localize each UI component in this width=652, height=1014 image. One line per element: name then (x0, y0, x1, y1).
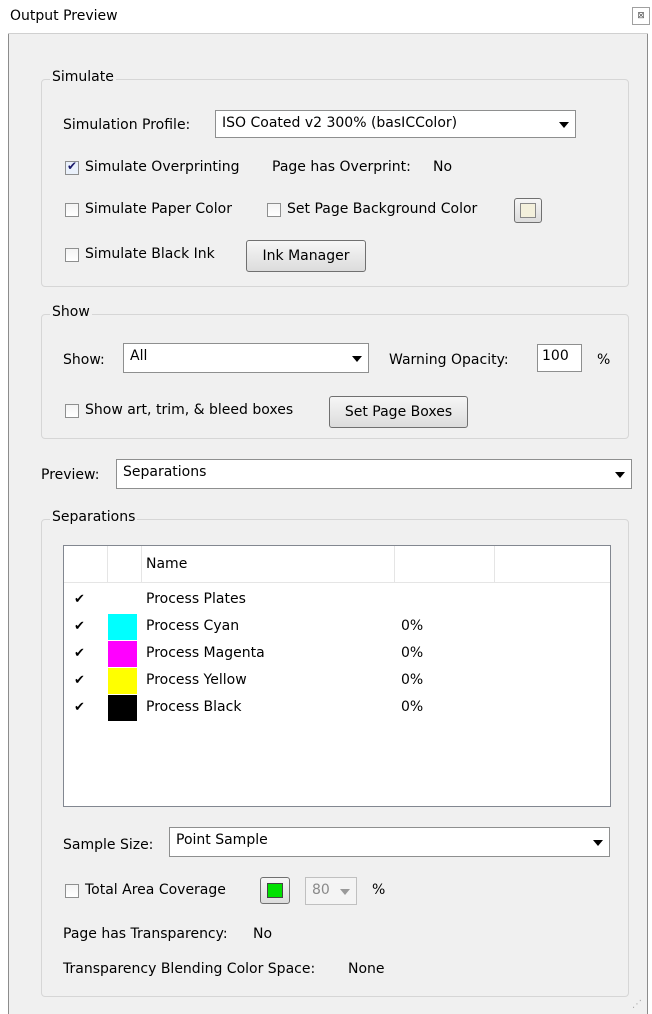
simulate-black-ink-label: Simulate Black Ink (85, 246, 215, 262)
total-area-coverage-label: Total Area Coverage (85, 882, 226, 898)
page-transparency-value: No (253, 926, 273, 942)
column-name-header[interactable]: Name (146, 556, 187, 572)
separation-name: Process Yellow (146, 672, 247, 688)
total-area-coverage-checkbox[interactable] (65, 884, 79, 898)
preview-label: Preview: (41, 467, 100, 483)
page-bg-color-button[interactable] (514, 198, 542, 223)
simulation-profile-label: Simulation Profile: (63, 117, 191, 133)
preview-value: Separations (123, 464, 207, 480)
column-divider (494, 546, 495, 582)
table-row[interactable]: ✔ Process Black 0% (64, 695, 610, 724)
color-swatch (108, 641, 137, 667)
simulation-profile-value: ISO Coated v2 300% (basICColor) (222, 115, 458, 131)
simulate-group-label: Simulate (50, 69, 116, 85)
row-checkbox[interactable]: ✔ (74, 593, 86, 606)
window-title: Output Preview (10, 8, 118, 24)
table-row[interactable]: ✔ Process Cyan 0% (64, 614, 610, 643)
set-page-boxes-button[interactable]: Set Page Boxes (329, 396, 468, 428)
blending-space-label: Transparency Blending Color Space: (63, 961, 316, 977)
preview-select[interactable]: Separations (116, 459, 632, 489)
show-boxes-checkbox[interactable] (65, 404, 79, 418)
warning-opacity-value: 100 (542, 348, 569, 364)
separation-name: Process Black (146, 699, 242, 715)
column-divider (394, 546, 395, 582)
page-bg-color-swatch (520, 203, 536, 218)
row-checkbox[interactable]: ✔ (74, 620, 86, 633)
simulation-profile-select[interactable]: ISO Coated v2 300% (basICColor) (215, 110, 576, 138)
show-label: Show: (63, 352, 105, 368)
chevron-down-icon (352, 356, 362, 362)
sample-size-label: Sample Size: (63, 837, 154, 853)
tac-percent: % (372, 882, 386, 898)
tac-value: 80 (312, 882, 330, 898)
set-page-boxes-label: Set Page Boxes (344, 404, 453, 420)
table-row[interactable]: ✔ Process Plates (64, 589, 610, 616)
set-page-bg-checkbox[interactable] (267, 203, 281, 217)
simulate-paper-color-label: Simulate Paper Color (85, 201, 232, 217)
row-checkbox[interactable]: ✔ (74, 674, 86, 687)
table-row[interactable]: ✔ Process Yellow 0% (64, 668, 610, 697)
column-divider (107, 546, 108, 582)
title-bar: Output Preview ⊠ (8, 0, 650, 34)
warning-opacity-label: Warning Opacity: (389, 352, 509, 368)
separation-percent: 0% (401, 645, 424, 661)
separation-percent: 0% (401, 672, 424, 688)
show-select[interactable]: All (123, 343, 369, 373)
page-overprint-label: Page has Overprint: (272, 159, 411, 175)
warning-opacity-percent: % (597, 352, 611, 368)
separation-percent: 0% (401, 618, 424, 634)
resize-grip-icon[interactable]: ⋰ (632, 999, 642, 1010)
row-checkbox[interactable]: ✔ (74, 647, 86, 660)
sample-size-value: Point Sample (176, 832, 268, 848)
ink-manager-button[interactable]: Ink Manager (246, 240, 366, 272)
separation-name: Process Plates (146, 591, 246, 607)
tac-value-select: 80 (305, 877, 357, 905)
warning-opacity-input[interactable]: 100 (537, 344, 582, 372)
ink-manager-label: Ink Manager (262, 248, 350, 264)
color-swatch (108, 614, 137, 640)
tac-color-swatch (267, 883, 283, 898)
set-page-bg-label: Set Page Background Color (287, 201, 478, 217)
separation-percent: 0% (401, 699, 424, 715)
chevron-down-icon (559, 122, 569, 128)
color-swatch (108, 695, 137, 721)
simulate-overprinting-label: Simulate Overprinting (85, 159, 240, 175)
blending-space-value: None (348, 961, 385, 977)
page-transparency-label: Page has Transparency: (63, 926, 228, 942)
table-row[interactable]: ✔ Process Magenta 0% (64, 641, 610, 670)
chevron-down-icon (615, 472, 625, 478)
chevron-down-icon (340, 889, 350, 895)
color-swatch (108, 668, 137, 694)
table-header: Name (64, 546, 610, 583)
column-divider (141, 546, 142, 582)
show-value: All (130, 348, 148, 364)
separation-name: Process Magenta (146, 645, 265, 661)
simulate-overprinting-checkbox[interactable] (65, 159, 79, 175)
separations-table: Name ✔ Process Plates ✔ Process Cyan 0% … (63, 545, 611, 807)
show-boxes-label: Show art, trim, & bleed boxes (85, 402, 294, 418)
separations-group-label: Separations (50, 509, 138, 525)
simulate-paper-color-checkbox[interactable] (65, 203, 79, 217)
separation-name: Process Cyan (146, 618, 240, 634)
page-overprint-value: No (433, 159, 453, 175)
row-checkbox[interactable]: ✔ (74, 701, 86, 714)
chevron-down-icon (593, 840, 603, 846)
close-icon[interactable]: ⊠ (632, 7, 650, 25)
tac-color-button[interactable] (260, 877, 290, 904)
simulate-black-ink-checkbox[interactable] (65, 248, 79, 262)
sample-size-select[interactable]: Point Sample (169, 827, 610, 857)
show-group-label: Show (50, 304, 92, 320)
